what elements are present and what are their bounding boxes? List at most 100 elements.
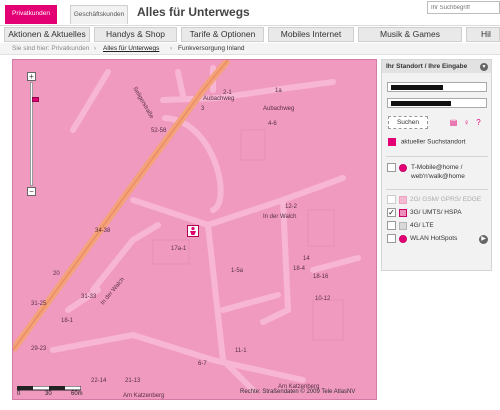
- city-field[interactable]: [387, 98, 487, 108]
- house-number: 52-58: [151, 128, 167, 134]
- street-aubachweg: [160, 79, 336, 103]
- layer-2g-checkbox: [387, 195, 396, 204]
- main-nav: Aktionen & Aktuelles Handys & Shop Tarif…: [0, 26, 500, 43]
- street-label: Am Katzenberg: [123, 393, 164, 399]
- scale-label: 0: [17, 391, 21, 397]
- home-icon: [399, 163, 407, 172]
- house-number: 31-25: [31, 301, 47, 307]
- home-option-checkbox[interactable]: [387, 163, 396, 172]
- scale-label: 60m: [71, 391, 83, 397]
- zoom-control: + −: [27, 72, 39, 196]
- house-number: 18-1: [61, 318, 74, 324]
- top-bar: Privatkunden Geschäftskunden Alles für U…: [0, 0, 500, 26]
- house-number: 6-7: [198, 361, 207, 367]
- coverage-map[interactable]: Aubachweg Aubachweg In der Walch In der …: [12, 59, 377, 400]
- street-field[interactable]: [387, 82, 487, 92]
- layer-2g-swatch: [399, 195, 407, 204]
- help-icon[interactable]: ?: [474, 118, 483, 127]
- building-outline: [240, 129, 266, 161]
- nav-item-aktionen[interactable]: Aktionen & Aktuelles: [4, 27, 90, 42]
- layer-4g-swatch: [399, 221, 407, 230]
- building-outline: [152, 239, 190, 265]
- redacted-text: [391, 85, 443, 90]
- house-number: 34-38: [95, 228, 111, 234]
- house-number: 3: [201, 106, 205, 112]
- building-outline: [307, 209, 335, 247]
- nav-item-hilfe[interactable]: Hil: [466, 27, 500, 42]
- breadcrumb-separator-icon: ›: [170, 45, 173, 52]
- breadcrumb: Sie sind hier: Privatkunden › Alles für …: [0, 43, 500, 55]
- layer-4g-checkbox[interactable]: [387, 221, 396, 230]
- zoom-slider-track[interactable]: [30, 82, 39, 186]
- location-panel: Ihr Standort / Ihre Eingabe ▼ Suchen ▤ ♀…: [381, 59, 492, 271]
- street-label: Aubachweg: [203, 96, 234, 102]
- zoom-slider-handle[interactable]: [32, 97, 39, 102]
- location-pin-icon: [388, 138, 396, 146]
- current-location-row[interactable]: aktueller Suchstandort: [388, 138, 466, 146]
- search-input[interactable]: [427, 1, 500, 14]
- panel-title: Ihr Standort / Ihre Eingabe: [382, 60, 491, 73]
- breadcrumb-current: Funkversorgung Inland: [178, 45, 245, 52]
- layer-2g-label: 2G/ GSM/ GPRS/ EDGE: [410, 196, 482, 204]
- home-option-row[interactable]: T-Mobile@home / web'n'walk@home: [387, 163, 465, 180]
- house-number: 29-23: [31, 346, 47, 352]
- layer-wlan-row[interactable]: WLAN HotSpots: [387, 234, 457, 243]
- layer-wlan-checkbox[interactable]: [387, 234, 396, 243]
- nav-item-mobiles-internet[interactable]: Mobiles Internet: [268, 27, 354, 42]
- chevron-down-icon[interactable]: ▼: [480, 63, 488, 71]
- street-label: Seligerstraße: [131, 86, 154, 120]
- house-number: 4-6: [268, 121, 277, 127]
- nav-item-musik[interactable]: Musik & Games: [358, 27, 462, 42]
- print-icon[interactable]: ▤: [449, 118, 458, 127]
- layer-3g-swatch: [399, 208, 407, 217]
- street-label: In der Walch: [263, 214, 296, 220]
- pin-icon[interactable]: ♀: [462, 118, 471, 127]
- house-number: 21-13: [125, 378, 141, 384]
- nav-item-handys[interactable]: Handys & Shop: [94, 27, 177, 42]
- scale-label: 30: [45, 391, 52, 397]
- house-number: 17a-1: [171, 246, 187, 252]
- page-title: Alles für Unterwegs: [137, 5, 250, 19]
- current-location-label: aktueller Suchstandort: [400, 138, 466, 146]
- layer-2g-row: 2G/ GSM/ GPRS/ EDGE: [387, 195, 481, 204]
- tab-private[interactable]: Privatkunden: [5, 5, 57, 24]
- breadcrumb-link[interactable]: Alles für Unterwegs: [103, 43, 159, 54]
- house-number: 14: [303, 256, 310, 262]
- house-number: 11-1: [235, 348, 247, 354]
- street-minor: [310, 255, 361, 273]
- street-in-der-walch: [130, 175, 346, 229]
- search-button[interactable]: Suchen: [388, 116, 428, 129]
- divider: [386, 189, 488, 190]
- street-seligerstrasse: [70, 69, 111, 133]
- home-option-label: T-Mobile@home / web'n'walk@home: [411, 164, 465, 180]
- street-minor: [175, 69, 186, 99]
- layer-3g-label: 3G/ UMTS/ HSPA: [410, 209, 462, 217]
- zoom-out-button[interactable]: −: [27, 187, 36, 196]
- house-number: 18-16: [313, 274, 329, 280]
- map-copyright: Rechte: Straßendaten © 2009 Tele AtlasNV: [240, 389, 356, 395]
- layer-3g-checkbox[interactable]: ✓: [387, 208, 396, 217]
- zoom-in-button[interactable]: +: [27, 72, 36, 81]
- house-number: 22-14: [91, 378, 107, 384]
- house-number: 10-12: [315, 296, 331, 302]
- breadcrumb-prefix[interactable]: Sie sind hier: Privatkunden: [12, 43, 89, 54]
- house-number: 1a: [275, 88, 282, 94]
- street-am-katzenberg: [50, 331, 306, 383]
- location-marker-icon[interactable]: [187, 225, 199, 237]
- tab-business[interactable]: Geschäftskunden: [70, 5, 128, 24]
- divider: [386, 156, 488, 157]
- map-scale: 0 30 60m: [17, 386, 83, 398]
- house-number: 18-4: [293, 266, 306, 272]
- nav-item-tarife[interactable]: Tarife & Optionen: [181, 27, 264, 42]
- house-number: 20: [53, 271, 60, 277]
- layer-3g-row[interactable]: ✓ 3G/ UMTS/ HSPA: [387, 208, 462, 217]
- wlan-hotspot-icon: [399, 234, 407, 243]
- building-outline: [312, 299, 344, 341]
- layer-wlan-label: WLAN HotSpots: [410, 235, 458, 243]
- breadcrumb-separator-icon: ›: [94, 45, 97, 52]
- layer-4g-row[interactable]: 4G/ LTE: [387, 221, 434, 230]
- street-label: Aubachweg: [263, 106, 294, 112]
- street-minor: [65, 287, 101, 313]
- chevron-right-icon[interactable]: ▶: [479, 235, 488, 244]
- house-number: 2-1: [223, 90, 232, 96]
